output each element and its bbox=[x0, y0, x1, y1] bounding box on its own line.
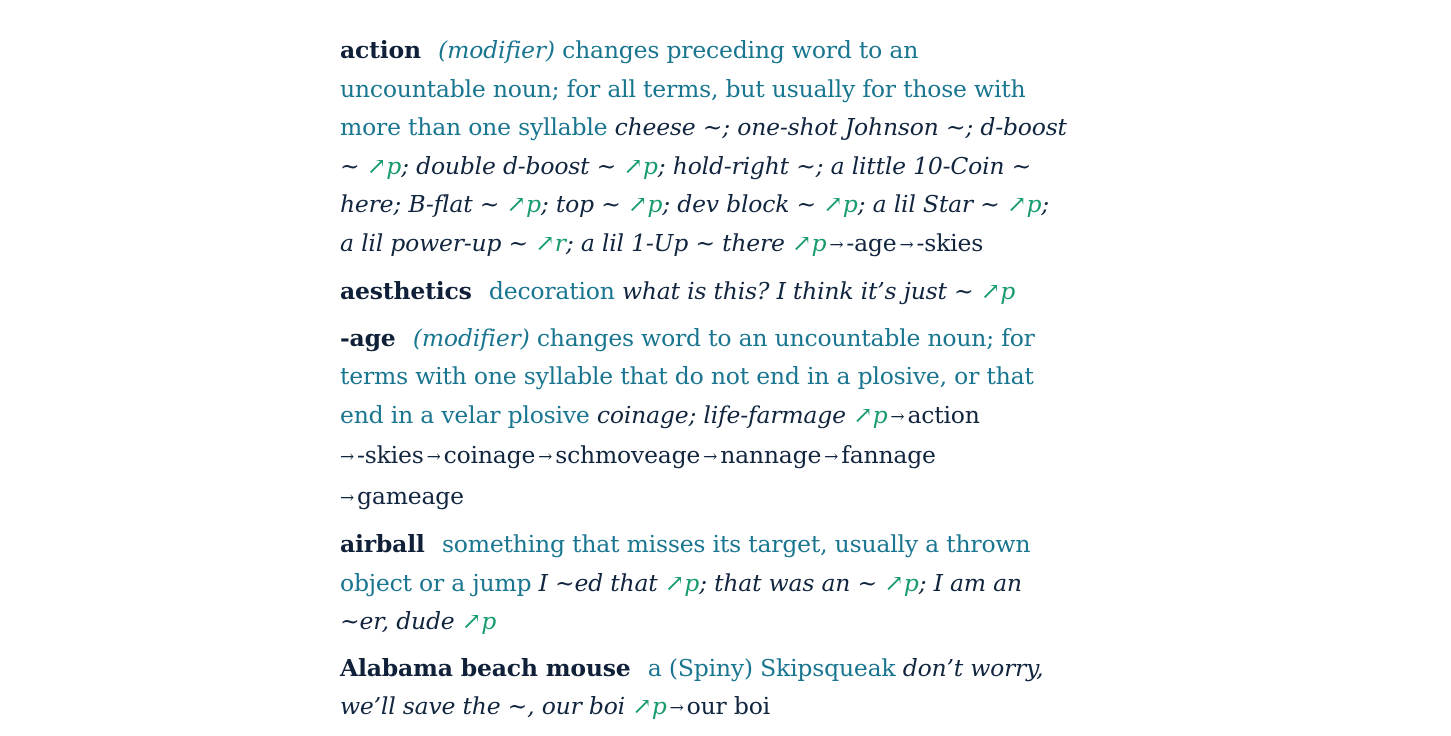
example: ; a lil Star ~ bbox=[857, 190, 1007, 218]
part-of-speech: (modifier) bbox=[438, 36, 555, 64]
platform-mark: ↗p bbox=[853, 400, 888, 429]
platform-mark: ↗r bbox=[535, 228, 566, 257]
example: ; double d-boost ~ bbox=[401, 151, 624, 180]
cross-reference-arrow-icon: → bbox=[340, 447, 355, 467]
cross-reference-link[interactable]: nannage bbox=[720, 441, 821, 469]
headword: aesthetics bbox=[340, 277, 472, 305]
cross-reference-link[interactable]: -skies bbox=[357, 441, 424, 469]
example: ; top ~ bbox=[540, 190, 628, 218]
cross-reference-arrow-icon: → bbox=[340, 487, 355, 508]
platform-mark: ↗p bbox=[664, 568, 700, 597]
headword: Alabama beach mouse bbox=[340, 653, 631, 682]
entry-aesthetics: aesthetics decoration what is this? I th… bbox=[340, 272, 1070, 311]
platform-mark: ↗p bbox=[823, 190, 858, 218]
cross-reference-link[interactable]: gameage bbox=[357, 482, 464, 510]
definition: decoration bbox=[488, 277, 615, 305]
platform-mark: ↗p bbox=[632, 692, 667, 720]
cross-reference-arrow-icon: → bbox=[669, 698, 684, 718]
example: what is this? I think it’s just ~ bbox=[621, 277, 981, 305]
cross-reference-arrow-icon: → bbox=[890, 406, 905, 427]
platform-mark: ↗p bbox=[1006, 190, 1042, 218]
headword: airball bbox=[340, 530, 425, 558]
cross-reference-arrow-icon: → bbox=[538, 447, 553, 467]
cross-reference-link[interactable]: -skies bbox=[917, 229, 984, 257]
cross-reference-link[interactable]: -age bbox=[846, 229, 896, 257]
cross-reference-arrow-icon: → bbox=[829, 234, 844, 255]
cross-reference-link[interactable]: schmoveage bbox=[555, 441, 700, 469]
platform-mark: ↗p bbox=[627, 190, 663, 218]
example: ; dev block ~ bbox=[662, 190, 824, 218]
platform-mark: ↗p bbox=[791, 228, 827, 257]
example: ; that was an ~ bbox=[699, 568, 885, 597]
example: coinage; life-farmage bbox=[596, 400, 854, 429]
cross-reference-link[interactable]: coinage bbox=[444, 441, 536, 469]
cross-reference-link[interactable]: action bbox=[907, 401, 979, 429]
cross-reference-arrow-icon: → bbox=[899, 234, 914, 255]
cross-reference-arrow-icon: → bbox=[703, 447, 718, 467]
platform-mark: ↗p bbox=[623, 151, 658, 180]
entry-alabama-beach-mouse: Alabama beach mouse a (Spiny) Skipsqueak… bbox=[340, 649, 1070, 728]
example: ; a lil 1-Up ~ there bbox=[565, 228, 792, 257]
platform-mark: ↗p bbox=[461, 607, 497, 635]
cross-reference-link[interactable]: our boi bbox=[687, 692, 770, 720]
cross-reference-link[interactable]: fannage bbox=[841, 441, 936, 469]
entry-airball: airball something that misses its target… bbox=[340, 525, 1070, 641]
entry-action: action (modifier) changes preceding word… bbox=[340, 31, 1070, 264]
platform-mark: ↗p bbox=[884, 568, 919, 597]
part-of-speech: (modifier) bbox=[412, 323, 530, 352]
cross-reference-arrow-icon: → bbox=[824, 447, 839, 467]
dictionary-page: action (modifier) changes preceding word… bbox=[340, 31, 1070, 736]
headword: -age bbox=[340, 323, 396, 352]
headword: action bbox=[340, 36, 421, 64]
entry-age: -age (modifier) changes word to an uncou… bbox=[340, 319, 1070, 518]
cross-reference-arrow-icon: → bbox=[426, 447, 441, 467]
example: I ~ed that bbox=[538, 568, 665, 597]
definition: a (Spiny) Skipsqueak bbox=[647, 653, 896, 682]
platform-mark: ↗p bbox=[980, 277, 1016, 305]
platform-mark: ↗p bbox=[506, 190, 542, 218]
platform-mark: ↗p bbox=[366, 151, 402, 180]
